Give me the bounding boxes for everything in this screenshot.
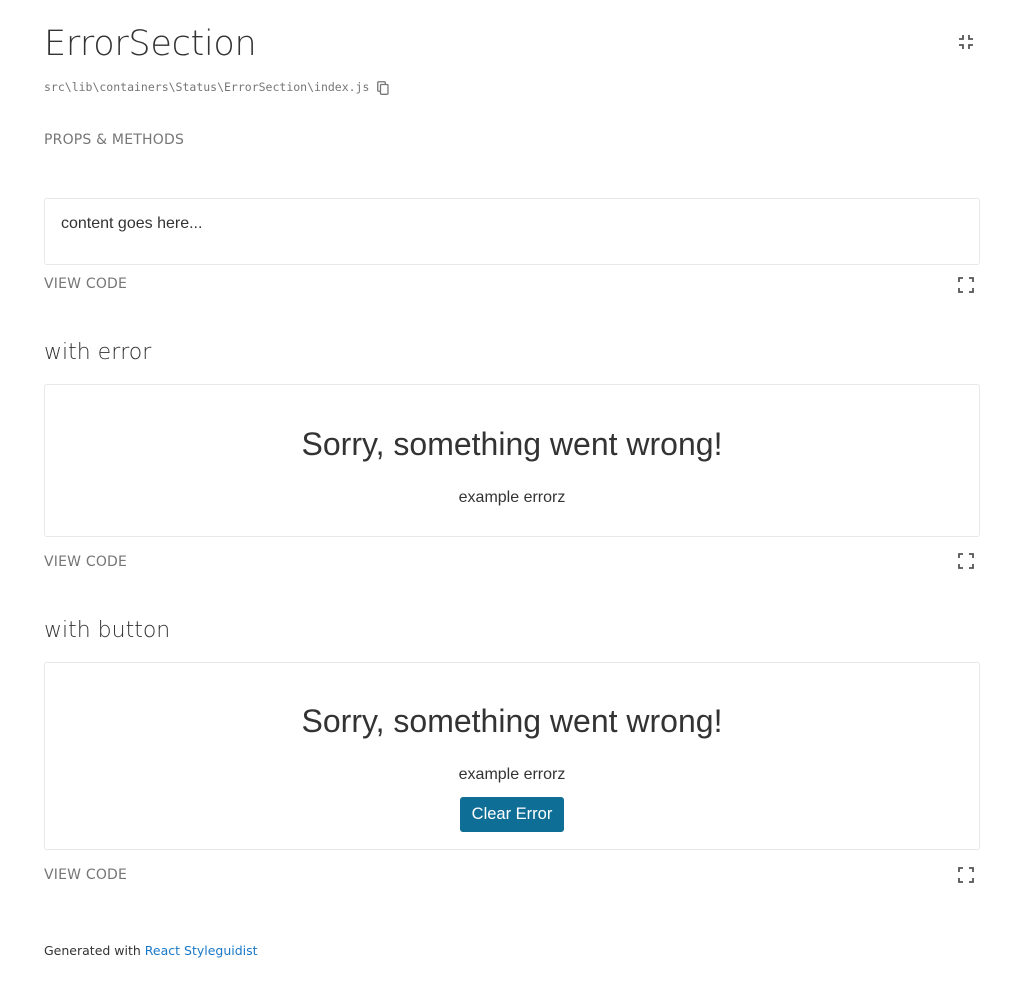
component-path-row: src\lib\containers\Status\ErrorSection\i… — [44, 78, 390, 96]
error-message: example errorz — [458, 766, 566, 783]
fullscreen-icon[interactable] — [957, 866, 975, 884]
footer-prefix: Generated with — [44, 943, 141, 958]
clear-error-button[interactable]: Clear Error — [460, 797, 564, 832]
example-content-text: content goes here... — [61, 215, 203, 232]
view-code-button[interactable]: VIEW CODE — [44, 865, 127, 885]
styleguidist-link[interactable]: React Styleguidist — [145, 943, 258, 958]
example-heading-with-error: with error — [44, 340, 152, 365]
component-path: src\lib\containers\Status\ErrorSection\i… — [44, 80, 370, 94]
page-title: ErrorSection — [44, 24, 257, 64]
view-code-button[interactable]: VIEW CODE — [44, 274, 127, 294]
error-title: Sorry, something went wrong! — [301, 703, 723, 739]
footer: Generated with React Styleguidist — [44, 942, 258, 960]
fullscreen-icon[interactable] — [957, 276, 975, 294]
example-preview-with-button: Sorry, something went wrong! example err… — [44, 662, 980, 850]
copy-icon[interactable] — [377, 80, 390, 95]
collapse-icon[interactable] — [957, 33, 975, 51]
error-title: Sorry, something went wrong! — [301, 426, 723, 462]
example-preview-default: content goes here... — [44, 198, 980, 265]
fullscreen-icon[interactable] — [957, 552, 975, 570]
view-code-button[interactable]: VIEW CODE — [44, 552, 127, 572]
props-methods-toggle[interactable]: PROPS & METHODS — [44, 130, 184, 150]
example-heading-with-button: with button — [44, 618, 171, 643]
example-preview-with-error: Sorry, something went wrong! example err… — [44, 384, 980, 537]
error-message: example errorz — [458, 489, 566, 506]
